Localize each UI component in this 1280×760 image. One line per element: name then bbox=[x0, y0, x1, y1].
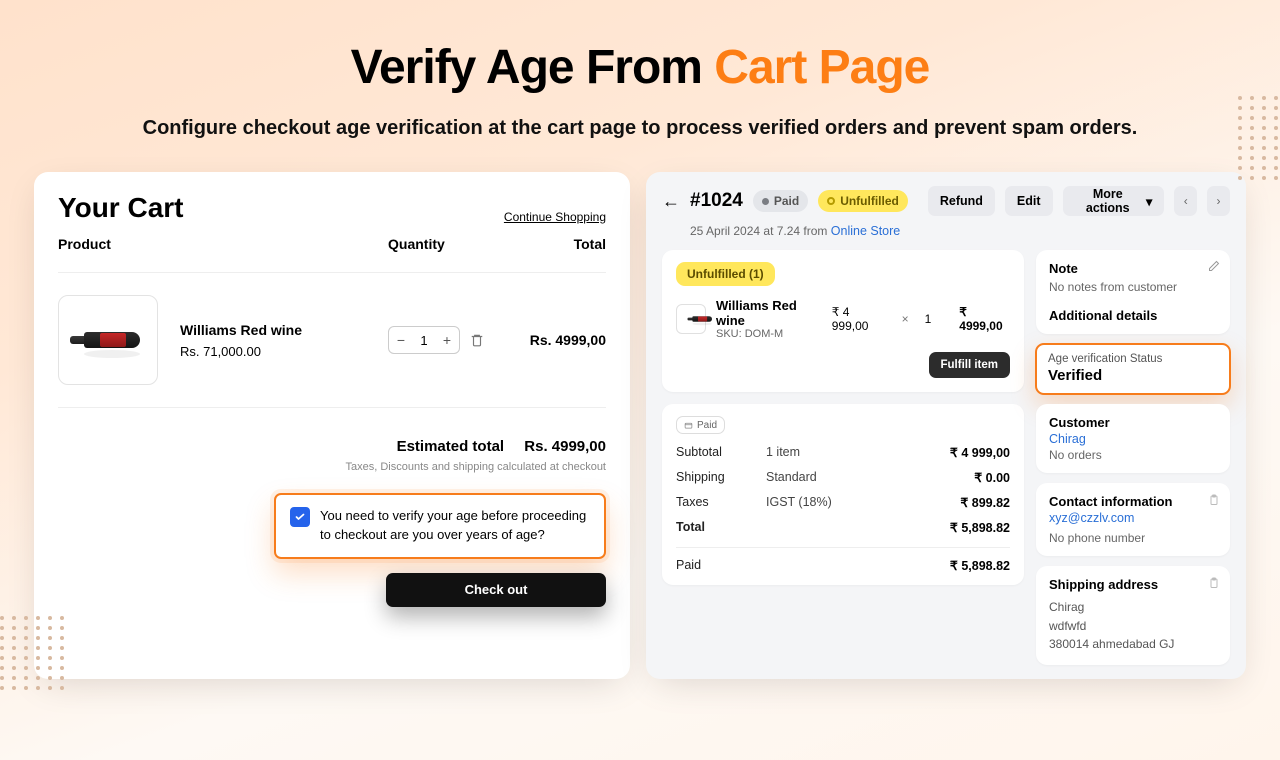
age-verify-callout: You need to verify your age before proce… bbox=[274, 493, 606, 559]
avs-value: Verified bbox=[1048, 367, 1218, 384]
contact-box: Contact information xyz@czzlv.com No pho… bbox=[1036, 483, 1230, 556]
order-item-qty: 1 bbox=[925, 312, 932, 326]
order-item-x: × bbox=[902, 312, 909, 326]
unfulfilled-tag: Unfulfilled (1) bbox=[676, 262, 775, 286]
sum-paid-v: ₹ 5,898.82 bbox=[950, 558, 1010, 573]
sum-subtotal-v: ₹ 4 999,00 bbox=[950, 445, 1010, 460]
tax-note: Taxes, Discounts and shipping calculated… bbox=[58, 461, 606, 473]
cart-heading: Your Cart bbox=[58, 192, 184, 224]
sum-tax-v: ₹ 899.82 bbox=[960, 495, 1010, 510]
note-heading: Note bbox=[1049, 261, 1217, 276]
customer-link[interactable]: Chirag bbox=[1049, 432, 1086, 446]
hero-title-b: Cart Page bbox=[714, 41, 929, 94]
note-box: Note No notes from customer Additional d… bbox=[1036, 250, 1230, 334]
customer-sub: No orders bbox=[1049, 448, 1217, 462]
customer-heading: Customer bbox=[1049, 415, 1217, 430]
estimated-total-value: Rs. 4999,00 bbox=[524, 438, 606, 455]
sum-paid-l: Paid bbox=[676, 558, 766, 573]
col-total: Total bbox=[526, 236, 606, 252]
contact-email[interactable]: xyz@czzlv.com bbox=[1049, 511, 1134, 525]
payment-summary-box: Paid Subtotal1 item₹ 4 999,00 ShippingSt… bbox=[662, 404, 1024, 585]
contact-heading: Contact information bbox=[1049, 494, 1217, 509]
more-actions-button[interactable]: More actions▾ bbox=[1063, 186, 1165, 216]
contact-phone: No phone number bbox=[1049, 531, 1217, 545]
store-link[interactable]: Online Store bbox=[831, 224, 900, 238]
shipping-address: Chirag wdfwfd 380014 ahmedabad GJ bbox=[1049, 598, 1217, 654]
qty-value: 1 bbox=[413, 333, 435, 348]
order-item-name: Williams Red wine bbox=[716, 298, 822, 328]
continue-shopping-link[interactable]: Continue Shopping bbox=[504, 210, 606, 224]
shipping-box: Shipping address Chirag wdfwfd 380014 ah… bbox=[1036, 566, 1230, 665]
order-meta: 25 April 2024 at 7.24 from Online Store bbox=[690, 224, 1230, 238]
unfulfilled-badge: Unfulfilled bbox=[818, 190, 908, 212]
hero-title: Verify Age From Cart Page bbox=[140, 40, 1140, 95]
trash-icon[interactable] bbox=[470, 333, 484, 347]
pencil-icon[interactable] bbox=[1208, 260, 1220, 272]
prev-order-button[interactable]: ‹ bbox=[1174, 186, 1197, 216]
sum-subtotal-l: Subtotal bbox=[676, 445, 766, 460]
sum-tax-l: Taxes bbox=[676, 495, 766, 510]
checkout-button[interactable]: Check out bbox=[386, 573, 606, 607]
hero-title-a: Verify Age From bbox=[351, 41, 715, 94]
cart-line-item: Williams Red wine Rs. 71,000.00 − 1 + Rs… bbox=[58, 272, 606, 408]
qty-increase-button[interactable]: + bbox=[435, 327, 459, 353]
sum-ship-m: Standard bbox=[766, 470, 974, 485]
order-thumbnail bbox=[676, 304, 706, 334]
product-thumbnail bbox=[58, 295, 158, 385]
chevron-down-icon: ▾ bbox=[1146, 194, 1152, 209]
paid-mini-badge: Paid bbox=[676, 416, 725, 434]
age-verify-text: You need to verify your age before proce… bbox=[320, 507, 590, 545]
order-panel: ← #1024 Paid Unfulfilled Refund Edit Mor… bbox=[646, 172, 1246, 679]
sum-ship-v: ₹ 0.00 bbox=[974, 470, 1010, 485]
order-id: #1024 bbox=[690, 190, 743, 212]
additional-details-heading: Additional details bbox=[1049, 308, 1217, 323]
avs-label: Age verification Status bbox=[1048, 353, 1218, 365]
order-item-price: ₹ 4 999,00 bbox=[832, 305, 886, 333]
clipboard-icon[interactable] bbox=[1208, 493, 1220, 507]
order-item-sku: SKU: DOM-M bbox=[716, 328, 822, 340]
col-product: Product bbox=[58, 236, 388, 252]
age-verify-checkbox[interactable] bbox=[290, 507, 310, 527]
cart-panel: Your Cart Continue Shopping Product Quan… bbox=[34, 172, 630, 679]
age-verification-status-box: Age verification Status Verified bbox=[1035, 343, 1231, 395]
refund-button[interactable]: Refund bbox=[928, 186, 995, 216]
order-line-item: Williams Red wine SKU: DOM-M ₹ 4 999,00 … bbox=[676, 298, 1010, 340]
sum-total-l: Total bbox=[676, 520, 766, 535]
fulfill-item-button[interactable]: Fulfill item bbox=[929, 352, 1011, 378]
qty-decrease-button[interactable]: − bbox=[389, 327, 413, 353]
sum-tax-m: IGST (18%) bbox=[766, 495, 960, 510]
sum-ship-l: Shipping bbox=[676, 470, 766, 485]
back-icon[interactable]: ← bbox=[662, 191, 680, 212]
fulfillment-box: Unfulfilled (1) Williams Red wine SKU: D… bbox=[662, 250, 1024, 392]
col-quantity: Quantity bbox=[388, 236, 526, 252]
sum-total-v: ₹ 5,898.82 bbox=[950, 520, 1010, 535]
estimated-total-label: Estimated total bbox=[397, 438, 505, 455]
clipboard-icon[interactable] bbox=[1208, 576, 1220, 590]
edit-button[interactable]: Edit bbox=[1005, 186, 1053, 216]
next-order-button[interactable]: › bbox=[1207, 186, 1230, 216]
product-name: Williams Red wine bbox=[180, 322, 366, 338]
paid-badge: Paid bbox=[753, 190, 808, 212]
hero-subtitle: Configure checkout age verification at t… bbox=[140, 113, 1140, 144]
customer-box: Customer Chirag No orders bbox=[1036, 404, 1230, 473]
quantity-stepper: − 1 + bbox=[388, 326, 460, 354]
line-total: Rs. 4999,00 bbox=[506, 332, 606, 348]
note-text: No notes from customer bbox=[1049, 280, 1217, 294]
order-item-total: ₹ 4999,00 bbox=[959, 305, 1010, 333]
shipping-heading: Shipping address bbox=[1049, 577, 1217, 592]
sum-subtotal-m: 1 item bbox=[766, 445, 950, 460]
product-price: Rs. 71,000.00 bbox=[180, 344, 366, 359]
